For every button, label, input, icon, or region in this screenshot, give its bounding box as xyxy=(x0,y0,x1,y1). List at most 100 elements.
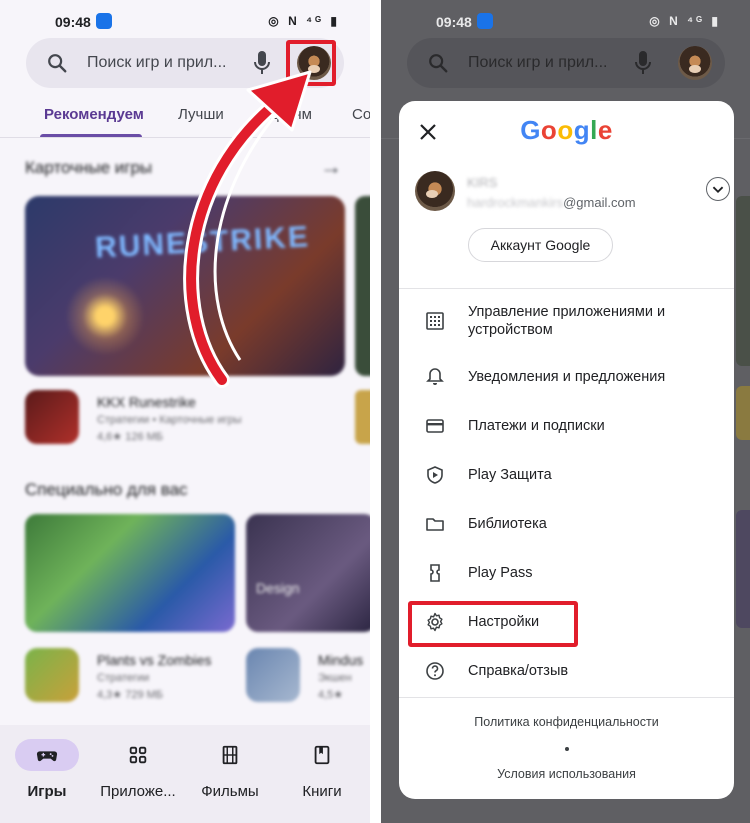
annotation-arrow xyxy=(183,70,312,388)
menu-item-label: Справка/отзыв xyxy=(468,663,569,679)
divider xyxy=(399,697,734,698)
google-account-button[interactable]: Аккаунт Google xyxy=(468,228,613,262)
banner-glow xyxy=(65,276,145,356)
avatar[interactable] xyxy=(678,46,712,80)
divider xyxy=(399,288,734,289)
nav-pill xyxy=(15,739,79,771)
app-icon xyxy=(25,390,79,444)
app-category: Экшен xyxy=(318,672,352,684)
menu-item-play-pass[interactable]: Play Pass xyxy=(399,550,734,596)
app-category: Стратегии • Карточные игры xyxy=(97,414,242,426)
left-screen: 09:48 ◎ N ⁴ᴳ ▮ Поиск игр и прил... Реком… xyxy=(0,0,370,823)
app-rating: 4,6★ 126 МБ xyxy=(97,431,163,443)
app-icon xyxy=(25,648,79,702)
status-time: 09:48 xyxy=(436,14,472,30)
nav-books[interactable]: Книги xyxy=(276,739,368,800)
bell-icon xyxy=(426,368,444,385)
nav-label: Фильмы xyxy=(201,783,259,800)
terms-link[interactable]: Условия использования xyxy=(399,767,734,781)
menu-item-label: Play Pass xyxy=(468,565,533,581)
logo-letter: o xyxy=(540,115,558,145)
nav-games[interactable]: Игры xyxy=(1,739,93,800)
content-peek xyxy=(736,510,750,628)
content-peek xyxy=(736,386,750,440)
status-time: 09:48 xyxy=(55,14,91,30)
menu-item-notifications[interactable]: Уведомления и предложения xyxy=(399,354,734,400)
status-icons: ◎ N ⁴ᴳ ▮ xyxy=(649,14,721,28)
nav-label: Приложе... xyxy=(100,783,176,800)
film-icon xyxy=(222,745,238,765)
search-bar[interactable]: Поиск игр и прил... xyxy=(407,38,725,88)
settings-highlight xyxy=(408,601,578,647)
google-logo: Google xyxy=(399,115,734,146)
account-avatar xyxy=(415,171,455,211)
search-input[interactable]: Поиск игр и прил... xyxy=(468,54,607,72)
content-peek xyxy=(736,196,750,366)
mic-icon[interactable] xyxy=(634,50,652,76)
app-peek xyxy=(355,390,370,444)
app-badge-icon xyxy=(477,13,493,29)
game-card[interactable]: Design xyxy=(246,514,370,632)
account-row[interactable]: KIRS hardrockmankirs@gmail.com xyxy=(415,169,730,219)
nav-movies[interactable]: Фильмы xyxy=(184,739,276,800)
logo-letter: e xyxy=(597,115,613,145)
banner-peek xyxy=(355,196,370,376)
tab-recommended[interactable]: Рекомендуем xyxy=(44,106,144,123)
email-domain: @gmail.com xyxy=(563,195,636,210)
credit-card-icon xyxy=(426,419,444,433)
separator-dot xyxy=(565,747,569,751)
search-icon xyxy=(429,54,448,73)
ticket-icon xyxy=(430,564,440,582)
book-icon xyxy=(314,745,330,765)
app-category: Стратегии xyxy=(97,672,150,684)
card-title: Design xyxy=(256,580,300,596)
nav-pill xyxy=(290,739,354,771)
nav-apps[interactable]: Приложе... xyxy=(92,739,184,800)
nav-label: Книги xyxy=(302,783,342,800)
gamepad-icon xyxy=(36,751,58,762)
chevron-down-icon[interactable] xyxy=(706,177,730,201)
status-bar: 09:48 ◎ N ⁴ᴳ ▮ xyxy=(381,0,750,40)
apps-grid-icon xyxy=(129,746,147,764)
app-name: Plants vs Zombies xyxy=(97,652,212,668)
section-title: Специально для вас xyxy=(25,480,188,499)
tab-indicator xyxy=(40,134,142,137)
menu-item-library[interactable]: Библиотека xyxy=(399,501,734,547)
app-name: Mindus xyxy=(318,652,364,668)
menu-item-play-protect[interactable]: Play Защита xyxy=(399,452,734,498)
nav-label: Игры xyxy=(27,783,67,800)
app-rating: 4,3★ 729 МБ xyxy=(97,689,163,701)
list-item[interactable]: Mindus Экшен 4,5★ xyxy=(246,648,370,704)
app-icon xyxy=(246,648,300,702)
menu-item-help[interactable]: Справка/отзыв xyxy=(399,648,734,694)
app-rating: 4,5★ xyxy=(318,689,344,701)
menu-item-manage-apps[interactable]: Управление приложениями и устройством xyxy=(399,298,734,344)
menu-item-label: Play Защита xyxy=(468,467,552,483)
account-name: KIRS xyxy=(467,175,498,190)
logo-letter: l xyxy=(590,115,598,145)
help-icon xyxy=(426,662,444,680)
list-item[interactable]: Plants vs Zombies Стратегии 4,3★ 729 МБ xyxy=(25,648,235,704)
menu-item-label: Уведомления и предложения xyxy=(468,369,666,385)
image-divider xyxy=(370,0,381,823)
logo-letter: o xyxy=(557,115,574,145)
menu-item-label: Платежи и подписки xyxy=(468,418,605,434)
logo-letter: G xyxy=(520,115,541,145)
game-card[interactable] xyxy=(25,514,235,632)
grid-icon xyxy=(426,312,444,330)
email-username: hardrockmankirs xyxy=(467,195,564,210)
search-icon xyxy=(48,54,67,73)
menu-item-payments[interactable]: Платежи и подписки xyxy=(399,403,734,449)
right-screen: 09:48 ◎ N ⁴ᴳ ▮ Поиск игр и прил... Googl… xyxy=(381,0,750,823)
logo-letter: g xyxy=(573,115,591,145)
status-icons: ◎ N ⁴ᴳ ▮ xyxy=(268,14,340,28)
nav-pill xyxy=(198,739,262,771)
folder-icon xyxy=(426,518,444,531)
section-title: Карточные игры xyxy=(25,158,153,177)
app-badge-icon xyxy=(96,13,112,29)
account-menu-dialog: Google KIRS hardrockmankirs@gmail.com Ак… xyxy=(399,101,734,799)
privacy-policy-link[interactable]: Политика конфиденциальности xyxy=(399,715,734,729)
menu-item-label: Библиотека xyxy=(468,516,547,532)
tab-more[interactable]: Со xyxy=(352,106,370,123)
bottom-navigation: Игры Приложе... Фильмы Книги xyxy=(0,725,370,823)
